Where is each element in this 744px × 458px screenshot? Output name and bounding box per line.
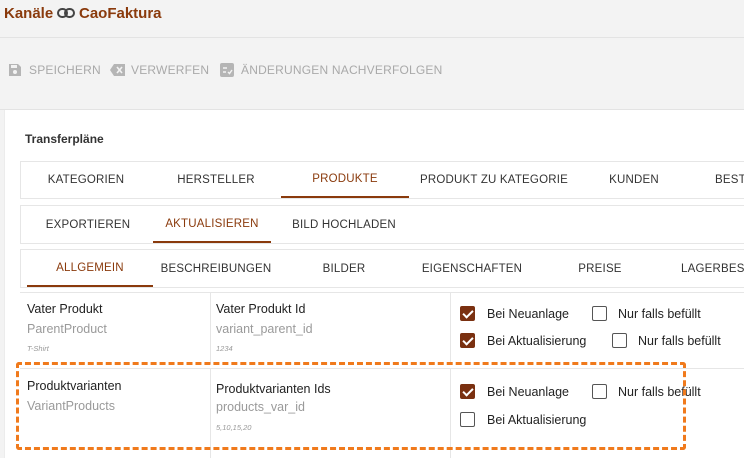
tab-produkte[interactable]: PRODUKTE bbox=[281, 162, 409, 198]
target-key: variant_parent_id bbox=[216, 322, 313, 336]
checkbox-on-create-only-filled[interactable] bbox=[592, 306, 607, 321]
tab-exportieren[interactable]: EXPORTIEREN bbox=[31, 206, 145, 243]
checkbox-on-create-only-filled[interactable] bbox=[592, 384, 607, 399]
tab-bilder[interactable]: BILDER bbox=[279, 250, 409, 287]
target-example: 1234 bbox=[216, 344, 233, 353]
tab-preise[interactable]: PREISE bbox=[535, 250, 665, 287]
on-update-only-filled-label: Nur falls befüllt bbox=[638, 334, 721, 348]
checkbox-on-update[interactable] bbox=[460, 333, 475, 348]
save-label: SPEICHERN bbox=[29, 63, 101, 77]
tab-produkt-zu-kategorie[interactable]: PRODUKT ZU KATEGORIE bbox=[409, 162, 579, 198]
main-tabs: KATEGORIEN HERSTELLER PRODUKTE PRODUKT Z… bbox=[20, 161, 744, 199]
link-icon bbox=[57, 6, 75, 20]
tab-lagerbest[interactable]: LAGERBEST bbox=[681, 250, 744, 287]
section-title: Transferpläne bbox=[25, 132, 104, 146]
on-create-only-filled-label: Nur falls befüllt bbox=[618, 385, 701, 399]
discard-button[interactable]: VERWERFEN bbox=[110, 60, 209, 80]
on-create-only-filled-label: Nur falls befüllt bbox=[618, 307, 701, 321]
action-tabs: EXPORTIEREN AKTUALISIEREN BILD HOCHLADEN bbox=[20, 205, 744, 244]
toolbar: SPEICHERN VERWERFEN ÄNDERUNGEN NACHVERFO… bbox=[0, 38, 744, 110]
tab-allgemein[interactable]: ALLGEMEIN bbox=[27, 250, 153, 287]
source-cell: Produktvarianten VariantProducts bbox=[20, 369, 211, 458]
on-create-label: Bei Neuanlage bbox=[487, 307, 570, 321]
save-icon bbox=[8, 63, 22, 77]
tab-hersteller[interactable]: HERSTELLER bbox=[151, 162, 281, 198]
sub-tabs: ALLGEMEIN BESCHREIBUNGEN BILDER EIGENSCH… bbox=[20, 249, 744, 288]
tab-bild-hochladen[interactable]: BILD HOCHLADEN bbox=[279, 206, 409, 243]
target-cell: Produktvarianten Ids products_var_id 5,1… bbox=[211, 369, 451, 458]
header-bar: Kanäle CaoFaktura bbox=[0, 0, 744, 38]
tab-beschreibungen[interactable]: BESCHREIBUNGEN bbox=[153, 250, 279, 287]
mapping-row: Produktvarianten VariantProducts Produkt… bbox=[20, 368, 744, 458]
target-label: Vater Produkt Id bbox=[216, 302, 306, 316]
source-cell: Vater Produkt ParentProduct T-Shirt bbox=[20, 293, 211, 364]
target-example: 5,10,15,20 bbox=[216, 423, 252, 432]
source-example: T-Shirt bbox=[27, 344, 49, 353]
save-button[interactable]: SPEICHERN bbox=[8, 60, 101, 80]
tab-eigenschaften[interactable]: EIGENSCHAFTEN bbox=[409, 250, 535, 287]
checkbox-on-update-only-filled[interactable] bbox=[612, 333, 627, 348]
discard-label: VERWERFEN bbox=[131, 63, 210, 77]
target-key: products_var_id bbox=[216, 400, 305, 414]
tab-kategorien[interactable]: KATEGORIEN bbox=[31, 162, 141, 198]
source-key: ParentProduct bbox=[27, 322, 107, 336]
checkbox-on-create[interactable] bbox=[460, 306, 475, 321]
track-changes-button[interactable]: ÄNDERUNGEN NACHVERFOLGEN bbox=[220, 60, 443, 80]
tab-aktualisieren[interactable]: AKTUALISIEREN bbox=[153, 206, 271, 243]
source-key: VariantProducts bbox=[27, 399, 116, 413]
source-label: Produktvarianten bbox=[27, 379, 122, 393]
checkbox-on-update[interactable] bbox=[460, 412, 475, 427]
on-update-label: Bei Aktualisierung bbox=[487, 334, 587, 348]
track-changes-label: ÄNDERUNGEN NACHVERFOLGEN bbox=[241, 63, 443, 77]
source-label: Vater Produkt bbox=[27, 302, 103, 316]
tab-best[interactable]: BEST bbox=[715, 162, 744, 198]
tab-kunden[interactable]: KUNDEN bbox=[579, 162, 689, 198]
breadcrumb-current[interactable]: CaoFaktura bbox=[79, 5, 162, 22]
checkbox-on-create[interactable] bbox=[460, 384, 475, 399]
on-update-label: Bei Aktualisierung bbox=[487, 413, 587, 427]
discard-icon bbox=[110, 63, 125, 77]
mapping-row: Vater Produkt ParentProduct T-Shirt Vate… bbox=[20, 292, 744, 364]
target-cell: Vater Produkt Id variant_parent_id 1234 bbox=[211, 293, 451, 364]
target-label: Produktvarianten Ids bbox=[216, 382, 331, 396]
on-create-label: Bei Neuanlage bbox=[487, 385, 570, 399]
track-changes-icon bbox=[220, 63, 234, 77]
breadcrumb-channels[interactable]: Kanäle bbox=[4, 5, 53, 22]
